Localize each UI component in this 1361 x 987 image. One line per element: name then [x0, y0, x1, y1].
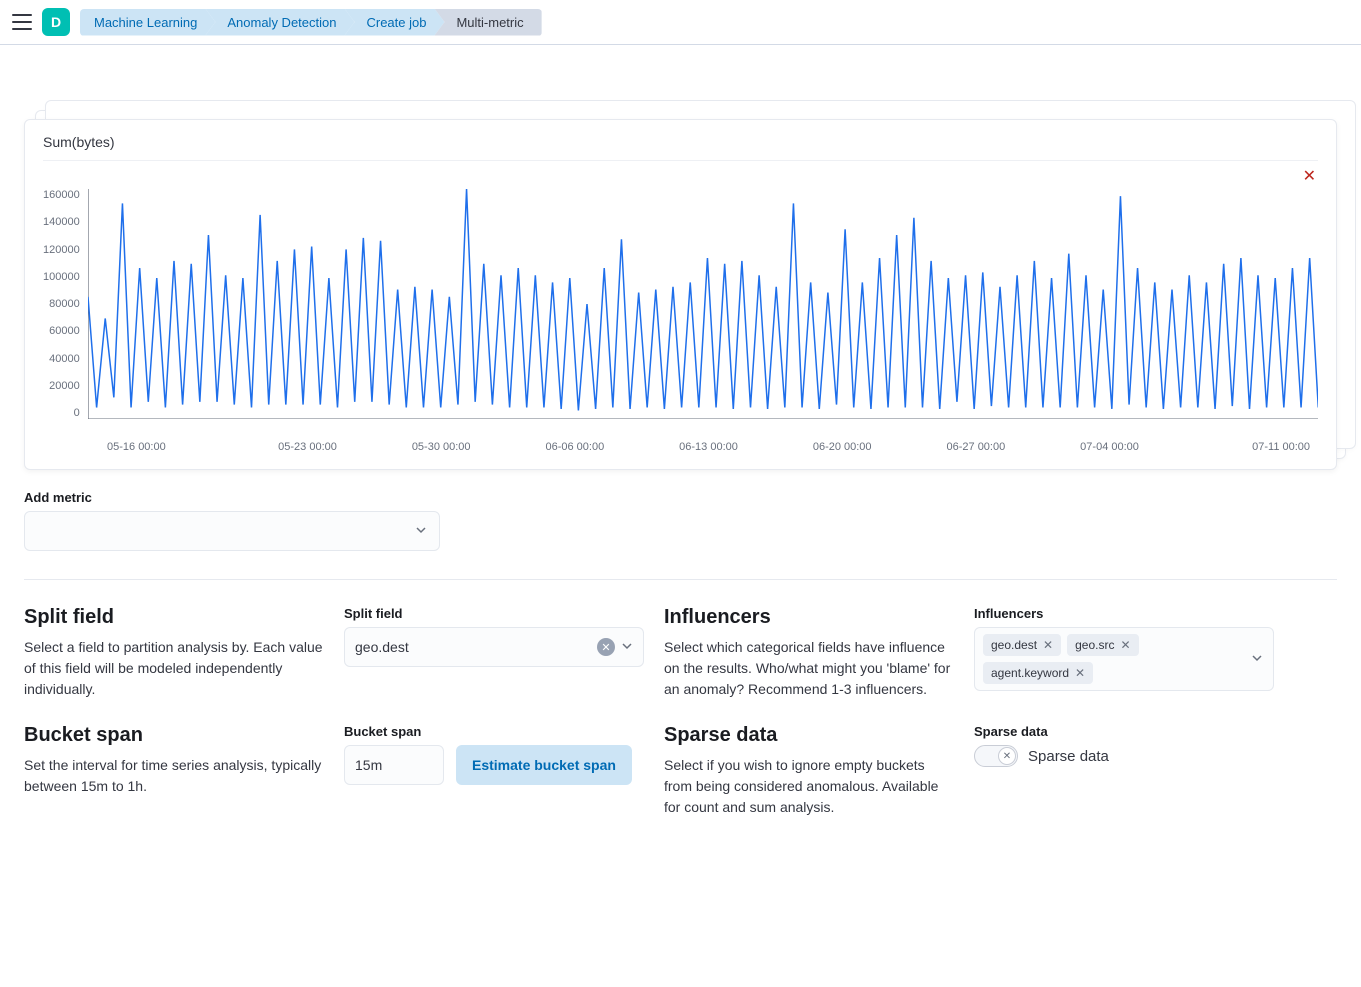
- remove-tag-icon[interactable]: ✕: [1043, 638, 1053, 652]
- split-field-select[interactable]: ✕: [344, 627, 644, 667]
- chart-split-stack: BR BD NG RU MX CN Sum(bytes) ✕ 160000 14…: [24, 119, 1337, 470]
- chart-title: Sum(bytes): [43, 134, 1318, 161]
- chart-plot-area: [88, 189, 1318, 419]
- breadcrumb: Machine Learning Anomaly Detection Creat…: [80, 9, 542, 36]
- chart-x-axis: 05-16 00:00 05-23 00:00 05-30 00:00 06-0…: [43, 441, 1318, 453]
- influencers-select[interactable]: geo.dest✕ geo.src✕ agent.keyword✕: [974, 627, 1274, 691]
- split-field-input[interactable]: [355, 639, 591, 655]
- breadcrumb-create-job[interactable]: Create job: [344, 9, 444, 36]
- bucket-span-title: Bucket span: [24, 724, 324, 747]
- influencer-tag: agent.keyword✕: [983, 662, 1093, 684]
- sparse-data-label: Sparse data: [974, 724, 1274, 739]
- chevron-down-icon: [1251, 651, 1263, 667]
- close-icon[interactable]: ✕: [1303, 166, 1316, 186]
- bucket-span-label: Bucket span: [344, 724, 644, 739]
- divider: [24, 579, 1337, 580]
- app-header: D Machine Learning Anomaly Detection Cre…: [0, 0, 1361, 45]
- bucket-span-desc: Set the interval for time series analysi…: [24, 755, 324, 797]
- menu-icon[interactable]: [12, 14, 32, 30]
- bucket-span-input-wrap: [344, 745, 444, 785]
- clear-icon[interactable]: ✕: [597, 638, 615, 656]
- chevron-down-icon: [415, 523, 427, 539]
- breadcrumb-multi-metric: Multi-metric: [434, 9, 541, 36]
- split-field-label: Split field: [344, 606, 644, 621]
- breadcrumb-anomaly-detection[interactable]: Anomaly Detection: [205, 9, 354, 36]
- sparse-data-desc: Select if you wish to ignore empty bucke…: [664, 755, 954, 818]
- influencer-tag: geo.src✕: [1067, 634, 1138, 656]
- influencers-title: Influencers: [664, 606, 954, 629]
- metric-chart-card: Sum(bytes) ✕ 160000 140000 120000 100000…: [24, 119, 1337, 470]
- influencer-tag: geo.dest✕: [983, 634, 1061, 656]
- sparse-data-switch-label: Sparse data: [1028, 748, 1109, 765]
- remove-tag-icon[interactable]: ✕: [1120, 638, 1130, 652]
- split-field-title: Split field: [24, 606, 324, 629]
- add-metric-select[interactable]: [24, 511, 440, 551]
- remove-tag-icon[interactable]: ✕: [1075, 666, 1085, 680]
- sparse-data-title: Sparse data: [664, 724, 954, 747]
- app-badge[interactable]: D: [42, 8, 70, 36]
- estimate-bucket-span-button[interactable]: Estimate bucket span: [456, 745, 632, 785]
- add-metric-label: Add metric: [24, 490, 1337, 505]
- influencers-label: Influencers: [974, 606, 1274, 621]
- chevron-down-icon: [621, 639, 633, 655]
- influencers-desc: Select which categorical fields have inf…: [664, 637, 954, 700]
- breadcrumb-machine-learning[interactable]: Machine Learning: [80, 9, 215, 36]
- split-field-desc: Select a field to partition analysis by.…: [24, 637, 324, 700]
- sparse-data-switch[interactable]: ✕: [974, 745, 1018, 767]
- switch-knob: ✕: [998, 747, 1016, 765]
- chart-y-axis: 160000 140000 120000 100000 80000 60000 …: [43, 189, 88, 419]
